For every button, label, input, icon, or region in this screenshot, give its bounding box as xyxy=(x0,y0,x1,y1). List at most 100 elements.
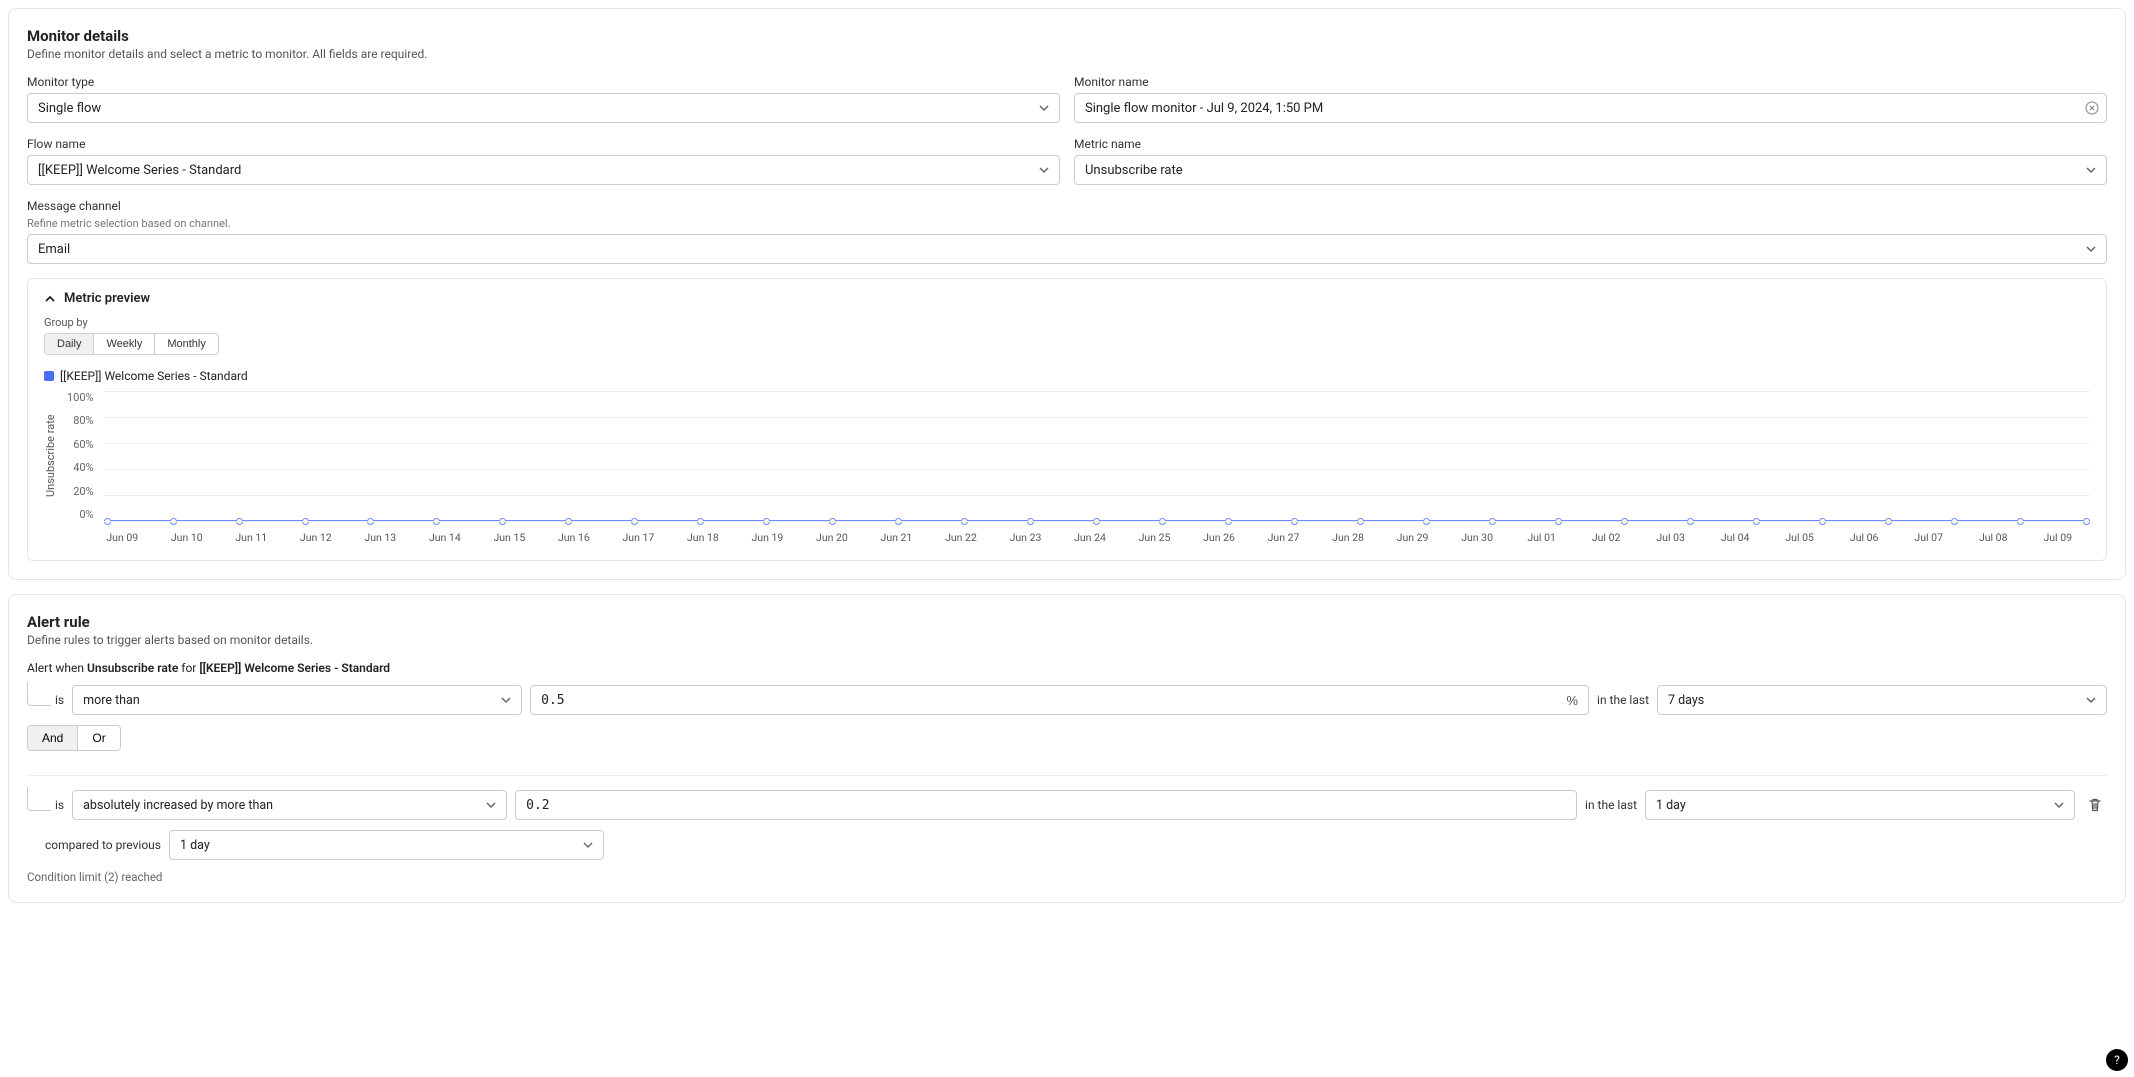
metric-preview-title: Metric preview xyxy=(64,291,150,306)
metric-name-select[interactable]: Unsubscribe rate xyxy=(1074,155,2107,185)
monitor-name-value: Single flow monitor - Jul 9, 2024, 1:50 … xyxy=(1085,101,1323,116)
condition-2-row: is absolutely increased by more than 0.2… xyxy=(27,790,2107,820)
legend-swatch-icon xyxy=(44,371,54,381)
x-tick: Jun 22 xyxy=(929,531,994,544)
monitor-type-select[interactable]: Single flow xyxy=(27,93,1060,123)
gridline xyxy=(104,469,2090,470)
x-tick: Jul 06 xyxy=(1832,531,1897,544)
monitor-details-title: Monitor details xyxy=(27,27,2107,45)
x-tick: Jun 27 xyxy=(1251,531,1316,544)
andor-and[interactable]: And xyxy=(28,726,77,750)
x-tick: Jun 14 xyxy=(413,531,478,544)
threshold-value-2: 0.2 xyxy=(526,798,549,813)
flow-name-select[interactable]: [[KEEP]] Welcome Series - Standard xyxy=(27,155,1060,185)
condition-indent-icon xyxy=(27,682,51,706)
help-icon: ? xyxy=(2114,1053,2120,1067)
compared-period-value: 1 day xyxy=(180,838,210,853)
gridline xyxy=(104,443,2090,444)
monitor-details-subtitle: Define monitor details and select a metr… xyxy=(27,47,2107,61)
comparator-select-1[interactable]: more than xyxy=(72,685,522,715)
compared-label: compared to previous xyxy=(45,838,161,852)
delete-icon[interactable] xyxy=(2083,793,2107,817)
condition-1-row: is more than 0.5 % in the last 7 days xyxy=(27,685,2107,715)
x-tick: Jun 20 xyxy=(800,531,865,544)
flow-name-value: [[KEEP]] Welcome Series - Standard xyxy=(38,163,241,178)
condition-2-compared-row: compared to previous 1 day xyxy=(45,830,2107,860)
y-tick: 60% xyxy=(67,438,94,451)
alert-when-prefix: Alert when xyxy=(27,661,84,675)
flow-name-label: Flow name xyxy=(27,137,1060,151)
group-by-segmented: DailyWeeklyMonthly xyxy=(44,333,219,355)
period-value-1: 7 days xyxy=(1668,693,1704,708)
threshold-input-1[interactable]: 0.5 % xyxy=(530,685,1589,715)
legend-label: [[KEEP]] Welcome Series - Standard xyxy=(60,369,248,383)
compared-period-select[interactable]: 1 day xyxy=(169,830,604,860)
chart-plot xyxy=(104,391,2090,521)
x-tick: Jun 30 xyxy=(1445,531,1510,544)
y-tick: 20% xyxy=(67,485,94,498)
condition-limit-text: Condition limit (2) reached xyxy=(27,870,2107,884)
message-channel-label: Message channel xyxy=(27,199,2107,213)
monitor-type-label: Monitor type xyxy=(27,75,1060,89)
is-label-2: is xyxy=(55,798,64,812)
x-tick: Jun 17 xyxy=(606,531,671,544)
x-tick: Jun 29 xyxy=(1380,531,1445,544)
metric-preview-toggle[interactable]: Metric preview xyxy=(44,291,2090,306)
x-tick: Jun 21 xyxy=(864,531,929,544)
threshold-value-1: 0.5 xyxy=(541,693,564,708)
in-last-label-1: in the last xyxy=(1597,693,1649,707)
chart-legend: [[KEEP]] Welcome Series - Standard xyxy=(44,369,2090,383)
alert-rule-title: Alert rule xyxy=(27,613,2107,631)
period-value-2: 1 day xyxy=(1656,798,1686,813)
period-select-2[interactable]: 1 day xyxy=(1645,790,2075,820)
y-tick: 40% xyxy=(67,461,94,474)
y-tick: 100% xyxy=(67,391,94,404)
x-tick: Jun 12 xyxy=(284,531,349,544)
x-tick: Jul 04 xyxy=(1703,531,1768,544)
threshold-unit-1: % xyxy=(1566,693,1578,708)
gridline xyxy=(104,391,2090,392)
monitor-name-input[interactable]: Single flow monitor - Jul 9, 2024, 1:50 … xyxy=(1074,93,2107,123)
period-select-1[interactable]: 7 days xyxy=(1657,685,2107,715)
help-button[interactable]: ? xyxy=(2106,1049,2128,1071)
in-last-label-2: in the last xyxy=(1585,798,1637,812)
x-tick: Jul 08 xyxy=(1961,531,2026,544)
y-tick: 0% xyxy=(67,508,94,521)
gridline xyxy=(104,521,2090,522)
x-tick: Jun 26 xyxy=(1187,531,1252,544)
x-tick: Jul 01 xyxy=(1509,531,1574,544)
metric-name-label: Metric name xyxy=(1074,137,2107,151)
group-by-label: Group by xyxy=(44,316,2090,329)
x-tick: Jun 25 xyxy=(1122,531,1187,544)
x-tick: Jun 18 xyxy=(671,531,736,544)
clear-icon[interactable] xyxy=(2085,101,2099,115)
comparator-select-2[interactable]: absolutely increased by more than xyxy=(72,790,507,820)
x-tick: Jun 10 xyxy=(155,531,220,544)
metric-name-value: Unsubscribe rate xyxy=(1085,163,1183,178)
alert-rule-subtitle: Define rules to trigger alerts based on … xyxy=(27,633,2107,647)
divider xyxy=(27,775,2107,776)
alert-rule-panel: Alert rule Define rules to trigger alert… xyxy=(8,594,2126,903)
andor-or[interactable]: Or xyxy=(77,726,119,750)
y-tick: 80% xyxy=(67,414,94,427)
x-tick: Jul 09 xyxy=(2025,531,2090,544)
x-tick: Jun 09 xyxy=(90,531,155,544)
threshold-input-2[interactable]: 0.2 xyxy=(515,790,1577,820)
comparator-value-2: absolutely increased by more than xyxy=(83,798,273,813)
y-axis-ticks: 100% 80% 60% 40% 20% 0% xyxy=(63,391,98,521)
alert-when-target: [[KEEP]] Welcome Series - Standard xyxy=(199,661,390,675)
x-tick: Jul 05 xyxy=(1767,531,1832,544)
group-by-monthly[interactable]: Monthly xyxy=(154,334,218,354)
chevron-up-icon xyxy=(44,293,56,305)
alert-when-metric: Unsubscribe rate xyxy=(87,661,178,675)
group-by-weekly[interactable]: Weekly xyxy=(93,334,154,354)
alert-when-line: Alert when Unsubscribe rate for [[KEEP]]… xyxy=(27,661,2107,675)
x-tick: Jun 19 xyxy=(735,531,800,544)
monitor-details-panel: Monitor details Define monitor details a… xyxy=(8,8,2126,580)
x-axis-ticks: Jun 09Jun 10Jun 11Jun 12Jun 13Jun 14Jun … xyxy=(90,531,2090,544)
x-tick: Jul 03 xyxy=(1638,531,1703,544)
alert-when-for: for xyxy=(181,661,196,675)
message-channel-select[interactable]: Email xyxy=(27,234,2107,264)
group-by-daily[interactable]: Daily xyxy=(45,334,93,354)
x-tick: Jul 02 xyxy=(1574,531,1639,544)
